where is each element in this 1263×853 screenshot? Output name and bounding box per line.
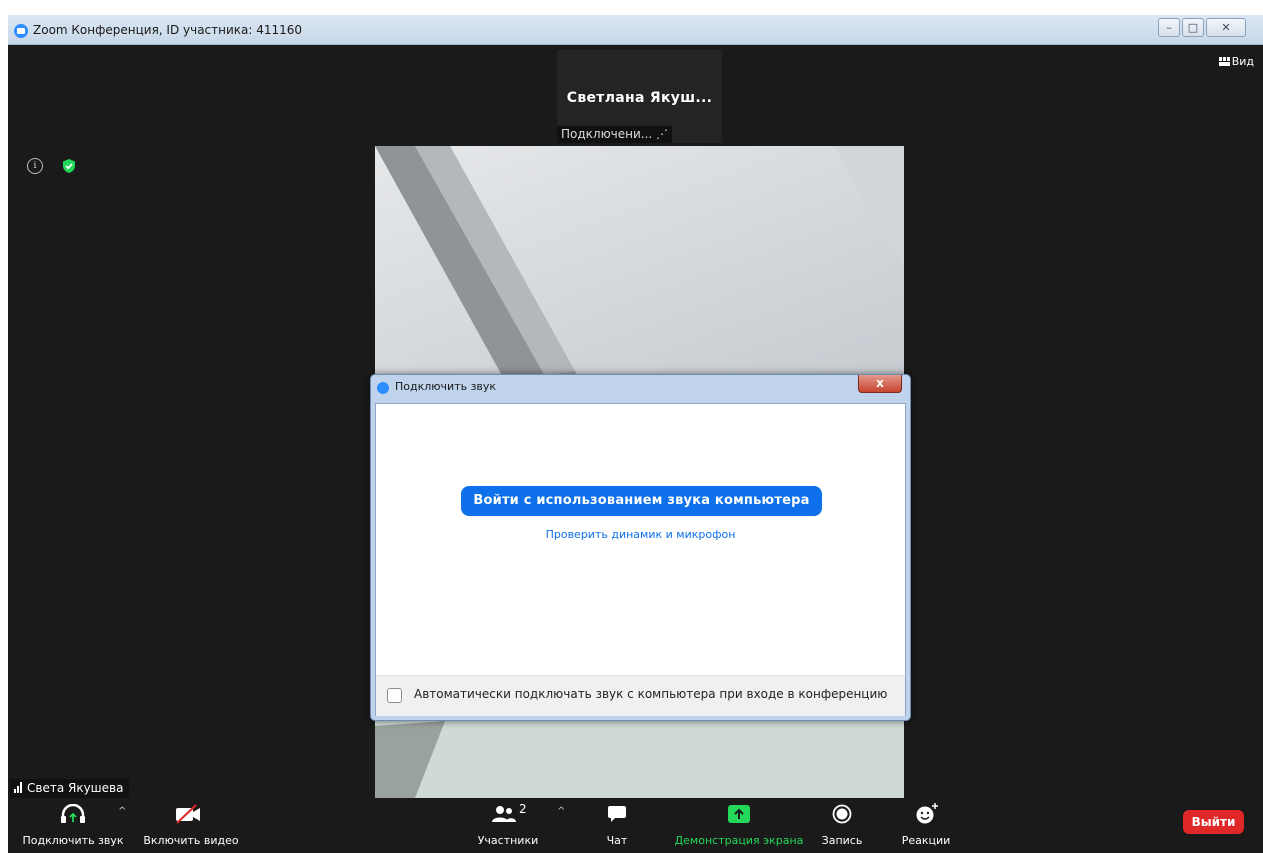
- record-label: Запись: [821, 834, 863, 847]
- share-screen-button[interactable]: Демонстрация экрана: [674, 802, 804, 850]
- chat-label: Чат: [606, 834, 628, 847]
- record-icon: [832, 804, 852, 824]
- participants-button[interactable]: 2 Участники: [470, 802, 546, 850]
- audio-options-caret[interactable]: ^: [118, 806, 126, 817]
- connection-status: Подключени... ⋰: [557, 126, 672, 143]
- start-video-button[interactable]: Включить видео: [141, 802, 241, 850]
- view-button[interactable]: Вид: [1218, 55, 1254, 68]
- signal-strength-icon: [14, 782, 24, 793]
- reactions-icon: [916, 803, 938, 824]
- remote-participant-tile[interactable]: Светлана Якуш... Подключени... ⋰: [557, 50, 722, 143]
- record-button[interactable]: Запись: [814, 802, 870, 850]
- join-audio-button[interactable]: Подключить звук: [18, 802, 128, 850]
- start-video-label: Включить видео: [143, 834, 239, 847]
- grid-view-icon: [1218, 57, 1230, 66]
- meeting-info-icon[interactable]: i: [27, 158, 43, 174]
- share-screen-icon: [728, 805, 750, 823]
- dialog-title: Подключить звук: [395, 380, 497, 393]
- join-with-computer-audio-button[interactable]: Войти с использованием звука компьютера: [461, 486, 822, 516]
- dialog-body: Войти с использованием звука компьютера …: [375, 403, 906, 716]
- dialog-footer: Автоматически подключать звук с компьюте…: [376, 675, 905, 716]
- join-audio-label: Подключить звук: [22, 834, 124, 847]
- reactions-label: Реакции: [901, 834, 951, 847]
- maximize-button[interactable]: □: [1182, 18, 1204, 37]
- join-audio-dialog: Подключить звук x Войти с использованием…: [370, 374, 911, 721]
- encryption-shield-icon[interactable]: [61, 158, 77, 174]
- participants-count: 2: [519, 802, 527, 816]
- chat-icon: [608, 806, 626, 822]
- participants-icon: [492, 806, 516, 822]
- participants-label: Участники: [477, 834, 539, 847]
- dialog-close-button[interactable]: x: [858, 375, 902, 393]
- chat-button[interactable]: Чат: [592, 802, 642, 850]
- zoom-app-icon: [14, 24, 28, 38]
- window-close-button[interactable]: ✕: [1206, 18, 1246, 37]
- reactions-button[interactable]: Реакции: [896, 802, 956, 850]
- self-name: Света Якушева: [27, 781, 124, 795]
- test-speaker-mic-link[interactable]: Проверить динамик и микрофон: [376, 528, 905, 541]
- auto-connect-checkbox[interactable]: [387, 688, 402, 703]
- window-titlebar: Zoom Конференция, ID участника: 411160 –…: [8, 15, 1263, 45]
- headphones-icon: [61, 804, 85, 823]
- auto-connect-label[interactable]: Автоматически подключать звук с компьюте…: [414, 687, 887, 701]
- remote-participant-name: Светлана Якуш...: [566, 90, 713, 106]
- video-off-icon: [176, 804, 200, 824]
- participants-options-caret[interactable]: ^: [557, 806, 565, 817]
- zoom-dialog-icon: [377, 382, 389, 394]
- share-screen-label: Демонстрация экрана: [674, 834, 804, 847]
- self-name-label: Света Якушева: [10, 779, 130, 798]
- minimize-button[interactable]: –: [1158, 18, 1180, 37]
- meeting-toolbar: Подключить звук ^ Включить видео 2 Участ…: [8, 798, 1263, 853]
- view-label: Вид: [1231, 55, 1254, 68]
- window-title: Zoom Конференция, ID участника: 411160: [33, 23, 303, 37]
- leave-meeting-button[interactable]: Выйти: [1183, 810, 1244, 834]
